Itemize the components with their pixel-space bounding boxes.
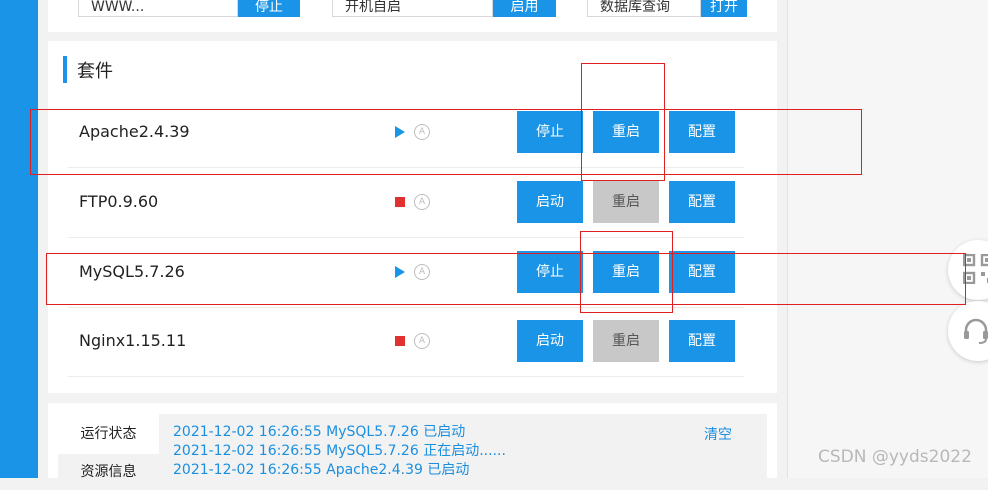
play-icon (395, 126, 407, 138)
watermark: CSDN @yyds2022 (818, 447, 972, 467)
restart-button: 重启 (593, 181, 659, 223)
config-button[interactable]: 配置 (669, 181, 735, 223)
clear-log-link[interactable]: 清空 (704, 424, 732, 444)
suites-section-title: 套件 (63, 56, 113, 83)
right-panel (787, 0, 988, 478)
restart-button: 重启 (593, 320, 659, 362)
auto-start-icon[interactable]: A (414, 333, 430, 349)
suite-row-apache: Apache2.4.39 A 停止 重启 配置 (68, 97, 744, 168)
top-button-2[interactable]: 启用 (493, 0, 556, 17)
log-line: 2021-12-02 16:26:55 MySQL5.7.26 已启动 (173, 424, 466, 440)
headset-icon (964, 318, 988, 344)
log-line: 2021-12-02 16:26:55 MySQL5.7.26 正在启动....… (173, 443, 506, 459)
top-button-1[interactable]: 停止 (238, 0, 300, 17)
suite-row-ftp: FTP0.9.60 A 启动 重启 配置 (68, 167, 744, 238)
restart-button[interactable]: 重启 (593, 251, 659, 293)
stop-button[interactable]: 停止 (517, 251, 583, 293)
stop-square-icon (395, 196, 407, 208)
top-input-3[interactable]: 数据库查询 (587, 0, 701, 17)
stop-square-icon (395, 335, 407, 347)
auto-start-icon[interactable]: A (414, 264, 430, 280)
restart-button[interactable]: 重启 (593, 111, 659, 153)
log-line: 2021-12-02 16:26:55 Apache2.4.39 已启动 (173, 462, 470, 478)
suite-row-mysql: MySQL5.7.26 A 停止 重启 配置 (68, 237, 744, 308)
suite-name: MySQL5.7.26 (79, 262, 185, 281)
stop-button[interactable]: 停止 (517, 111, 583, 153)
auto-start-icon[interactable]: A (414, 124, 430, 140)
title-accent-bar (63, 56, 67, 83)
qrcode-icon (963, 254, 988, 284)
auto-start-icon[interactable]: A (414, 194, 430, 210)
config-button[interactable]: 配置 (669, 320, 735, 362)
suite-name: FTP0.9.60 (79, 192, 159, 211)
top-button-3[interactable]: 打开 (701, 0, 747, 17)
config-button[interactable]: 配置 (669, 111, 735, 153)
left-sidebar (0, 0, 38, 478)
suite-row-nginx: Nginx1.15.11 A 启动 重启 配置 (68, 306, 744, 377)
start-button[interactable]: 启动 (517, 320, 583, 362)
tab-resource-info[interactable]: 资源信息 (58, 454, 159, 480)
suites-title: 套件 (77, 60, 113, 82)
config-button[interactable]: 配置 (669, 251, 735, 293)
top-input-2[interactable]: 开机自启 (332, 0, 493, 17)
suite-name: Nginx1.15.11 (79, 331, 187, 350)
tab-run-status[interactable]: 运行状态 (58, 414, 159, 454)
play-icon (395, 266, 407, 278)
top-input-1[interactable]: WWW... (78, 0, 238, 17)
suite-name: Apache2.4.39 (79, 122, 190, 141)
start-button[interactable]: 启动 (517, 181, 583, 223)
